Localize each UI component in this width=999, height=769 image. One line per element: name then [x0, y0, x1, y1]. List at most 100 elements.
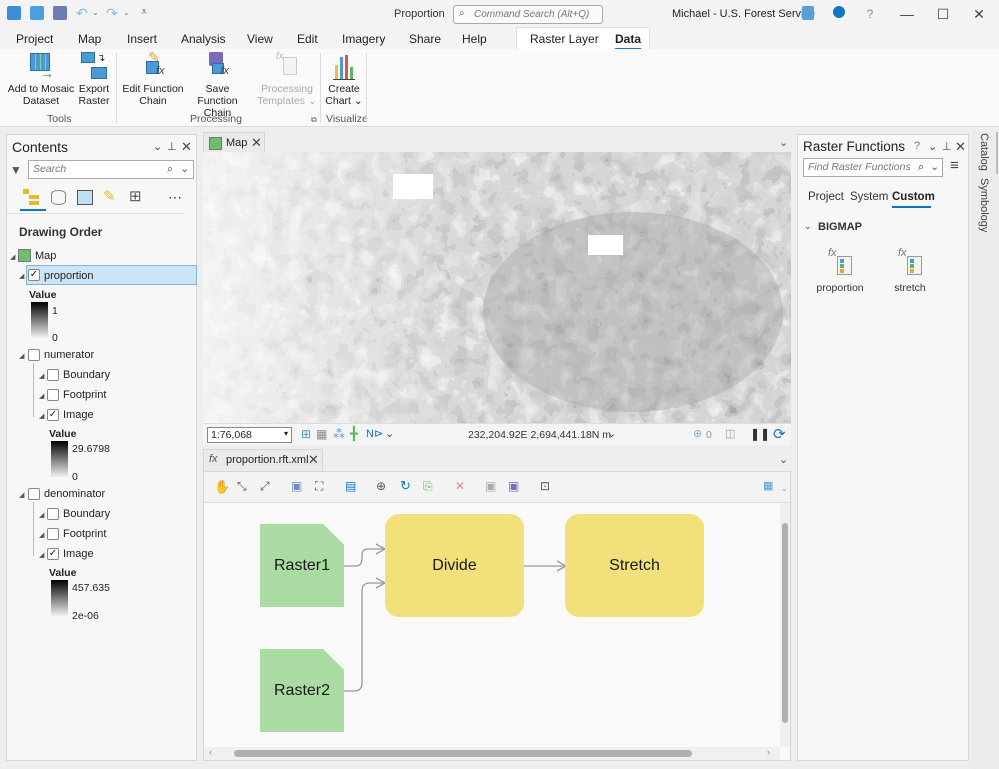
close-pane-icon[interactable]: ✕: [955, 139, 966, 155]
tab-map[interactable]: Map: [78, 32, 101, 46]
minimize-button[interactable]: —: [897, 4, 917, 24]
side-tab-symbology[interactable]: Symbology: [978, 178, 990, 232]
scroll-right-icon[interactable]: ›: [767, 747, 770, 757]
layer-checkbox-boundary[interactable]: [47, 369, 59, 381]
tab-insert[interactable]: Insert: [127, 32, 157, 46]
notification-bell-icon[interactable]: [833, 6, 845, 18]
sublayer-boundary[interactable]: Boundary: [63, 369, 110, 381]
expand-icon[interactable]: ◢: [39, 412, 44, 420]
auto-layout-icon[interactable]: ⛶: [315, 479, 323, 494]
horizontal-scroll-thumb[interactable]: [234, 750, 692, 757]
layer-name-proportion[interactable]: proportion: [44, 270, 94, 282]
layer-checkbox-footprint[interactable]: [47, 389, 59, 401]
expand-icon[interactable]: ◢: [39, 551, 44, 559]
add-function-icon[interactable]: ↻: [400, 478, 411, 494]
layer-checkbox-denominator[interactable]: [28, 488, 40, 500]
vertical-scroll-thumb[interactable]: [782, 523, 788, 723]
layer-name-numerator[interactable]: numerator: [44, 349, 94, 361]
chevron-down-icon[interactable]: ⌄: [779, 136, 788, 149]
maximize-button[interactable]: ☐: [933, 4, 953, 24]
dialog-launcher-icon[interactable]: ⧉: [311, 115, 317, 125]
collapse-icon[interactable]: ⌄: [804, 221, 812, 232]
snapping-icon[interactable]: ⁂: [333, 427, 345, 441]
list-by-drawing-order-icon[interactable]: [23, 189, 41, 205]
pin-icon[interactable]: ⊥: [167, 140, 177, 153]
more-options-icon[interactable]: ⋯: [168, 189, 182, 206]
chevron-down-icon[interactable]: ⌄: [930, 161, 939, 173]
layer-checkbox-image[interactable]: ✓: [47, 409, 59, 421]
horizontal-scrollbar[interactable]: ‹ ›: [204, 747, 780, 760]
crosshair-icon[interactable]: ╋: [350, 426, 358, 442]
pane-options-icon[interactable]: ⌄: [153, 140, 162, 153]
delete-icon[interactable]: ✕: [455, 479, 465, 493]
chevron-down-icon[interactable]: ⌄: [607, 427, 616, 440]
save-function-chain-button[interactable]: fx Save Function Chain: [185, 51, 250, 119]
user-name[interactable]: Michael - U.S. Forest Service: [672, 8, 815, 20]
filter-icon[interactable]: ▼: [10, 163, 22, 177]
tab-analysis[interactable]: Analysis: [181, 32, 226, 46]
pan-icon[interactable]: ✋: [214, 479, 230, 495]
pin-icon[interactable]: ⊥: [942, 140, 952, 153]
properties-icon[interactable]: ▤: [345, 479, 356, 493]
layer-checkbox-image[interactable]: ✓: [47, 548, 59, 560]
scale-selector[interactable]: 1:76,068 ▾: [207, 427, 292, 443]
tab-raster-layer[interactable]: Raster Layer: [530, 32, 599, 46]
function-item-stretch[interactable]: fx stretch: [888, 247, 938, 297]
tab-function-editor[interactable]: fx proportion.rft.xml ✕: [203, 449, 323, 471]
function-chain-properties-icon[interactable]: ⊡: [540, 479, 550, 493]
tab-map-view[interactable]: Map ✕: [203, 132, 265, 154]
sublayer-footprint[interactable]: Footprint: [63, 389, 106, 401]
expand-icon[interactable]: ◢: [19, 272, 24, 280]
redo-icon[interactable]: ↷: [106, 5, 118, 22]
refresh-icon[interactable]: ⟳: [773, 425, 786, 443]
expand-icon[interactable]: ◢: [39, 392, 44, 400]
create-chart-button[interactable]: Create Chart ⌄: [324, 51, 364, 107]
sublayer-image[interactable]: Image: [63, 409, 94, 421]
layer-checkbox-footprint[interactable]: [47, 528, 59, 540]
close-tab-icon[interactable]: ✕: [308, 452, 319, 468]
node-raster1[interactable]: Raster1: [260, 524, 344, 607]
pane-options-icon[interactable]: ⌄: [928, 140, 937, 153]
vertical-scrollbar[interactable]: [780, 503, 790, 747]
list-by-editing-icon[interactable]: ✎: [103, 187, 116, 205]
sublayer-boundary[interactable]: Boundary: [63, 508, 110, 520]
node-divide[interactable]: Divide: [385, 514, 524, 617]
save-icon[interactable]: ▣: [485, 479, 496, 493]
grid-icon[interactable]: ▦: [316, 427, 327, 441]
chevron-down-icon[interactable]: ⌄: [180, 163, 189, 175]
undo-dropdown-icon[interactable]: ⌄: [92, 8, 99, 17]
tab-edit[interactable]: Edit: [297, 32, 318, 46]
tab-view[interactable]: View: [247, 32, 273, 46]
sublayer-footprint[interactable]: Footprint: [63, 528, 106, 540]
expand-icon[interactable]: ◢: [39, 511, 44, 519]
undo-icon[interactable]: ↶: [76, 5, 88, 22]
layer-checkbox-boundary[interactable]: [47, 508, 59, 520]
add-raster-icon[interactable]: ⊕: [376, 479, 386, 493]
layer-checkbox-numerator[interactable]: [28, 349, 40, 361]
save-project-icon[interactable]: [53, 6, 67, 20]
expand-icon[interactable]: ◢: [10, 253, 15, 261]
learning-icon[interactable]: [802, 6, 814, 20]
pause-labels-icon[interactable]: ◫: [725, 427, 735, 440]
function-item-proportion[interactable]: fx proportion: [816, 247, 868, 297]
customize-qat-icon[interactable]: ⩡: [141, 6, 147, 19]
command-search-input[interactable]: ⌕ Command Search (Alt+Q): [453, 5, 603, 24]
list-by-selection-icon[interactable]: [77, 190, 93, 205]
raster-functions-search-input[interactable]: Find Raster Functions ⌕ ⌄: [803, 158, 943, 177]
zoom-out-icon[interactable]: ⤢: [260, 479, 270, 494]
close-tab-icon[interactable]: ✕: [251, 135, 262, 151]
expand-icon[interactable]: ◢: [39, 531, 44, 539]
edit-function-chain-button[interactable]: ✎ fx Edit Function Chain: [122, 50, 184, 107]
new-project-icon[interactable]: [7, 6, 21, 20]
sublayer-image[interactable]: Image: [63, 548, 94, 560]
side-tab-catalog[interactable]: Catalog: [978, 133, 990, 171]
open-project-icon[interactable]: [30, 6, 44, 20]
tab-project[interactable]: Project: [808, 191, 844, 203]
layer-name-denominator[interactable]: denominator: [44, 488, 105, 500]
map-canvas[interactable]: [203, 152, 791, 423]
tab-system[interactable]: System: [850, 191, 888, 203]
close-pane-icon[interactable]: ✕: [181, 139, 192, 155]
selected-features-icon[interactable]: ⊕: [693, 427, 702, 440]
function-list-icon[interactable]: ▦: [763, 479, 773, 492]
list-by-snapping-icon[interactable]: ⊞: [129, 187, 142, 205]
